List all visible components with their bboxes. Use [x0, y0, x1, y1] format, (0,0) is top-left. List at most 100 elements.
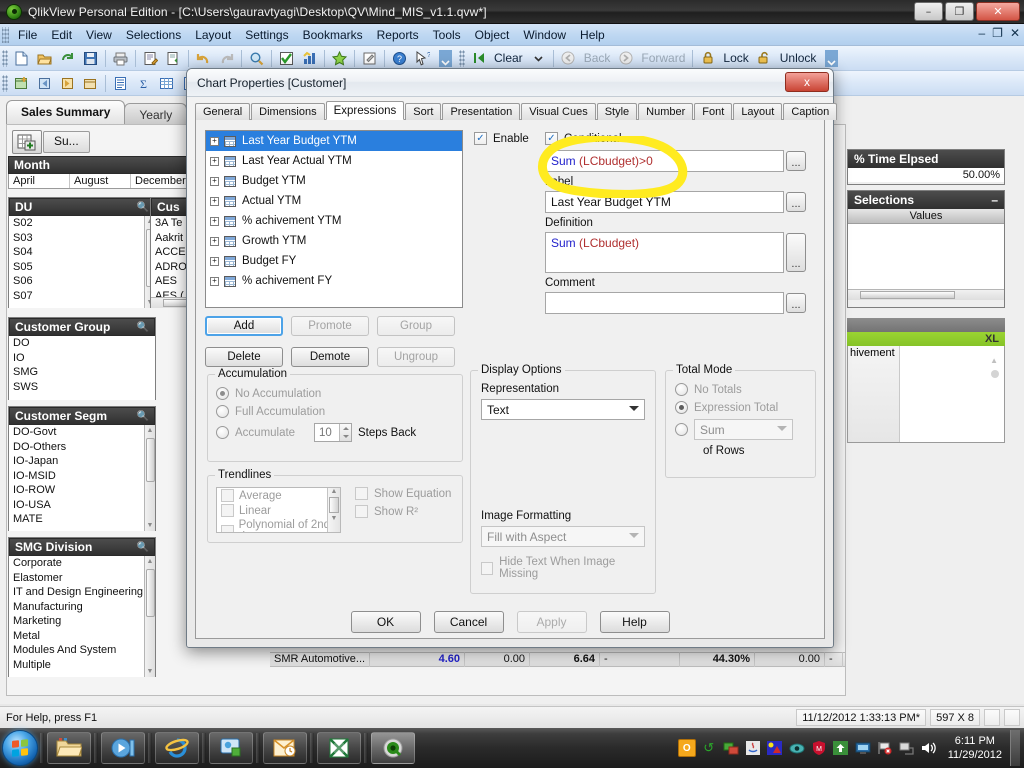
scrollbar-thumb[interactable] — [146, 569, 155, 617]
chevron-down-icon[interactable] — [777, 426, 787, 431]
conditional-input[interactable]: Sum (LCbudget)>0 ... — [545, 150, 806, 172]
lock-button-label[interactable]: Lock — [719, 51, 752, 65]
option-accumulate[interactable]: Accumulate 10 Steps Back — [216, 423, 462, 442]
unlock-icon[interactable] — [754, 48, 775, 69]
redo-icon[interactable] — [216, 48, 237, 69]
taskbar-qlikview-icon[interactable] — [371, 732, 415, 764]
list-item[interactable]: S05 — [9, 260, 155, 275]
add-button[interactable]: Add — [205, 316, 283, 336]
tab-layout[interactable]: Layout — [733, 103, 783, 120]
tray-volume-icon[interactable] — [920, 739, 938, 757]
checkbox-icon[interactable] — [355, 505, 368, 518]
list-item[interactable]: DO-Govt — [9, 425, 155, 440]
tray-eye-icon[interactable] — [788, 739, 806, 757]
comment-browse-button[interactable]: ... — [786, 293, 806, 313]
list-item[interactable]: Metal — [9, 629, 155, 644]
expression-item-growth-ytm[interactable]: + Growth YTM — [206, 231, 462, 251]
conditional-option[interactable]: Conditional — [545, 132, 622, 145]
taskbar-media-player-icon[interactable] — [101, 732, 145, 764]
sheet-tab-sales-summary[interactable]: Sales Summary — [6, 100, 126, 125]
search-icon[interactable]: 🔍 — [137, 411, 149, 422]
month-cell-april[interactable]: April — [9, 174, 70, 188]
expand-plus-icon[interactable]: + — [210, 136, 219, 146]
selection-toolbar-grip-icon[interactable] — [459, 49, 465, 67]
checkbox-icon[interactable] — [481, 561, 494, 575]
list-item[interactable]: Modules And System — [9, 643, 155, 658]
chart-icon[interactable] — [299, 48, 320, 69]
expand-plus-icon[interactable]: + — [210, 256, 219, 266]
expand-plus-icon[interactable]: + — [210, 276, 219, 286]
tab-sort[interactable]: Sort — [405, 103, 442, 120]
taskbar-explorer-icon[interactable] — [47, 732, 91, 764]
design-toolbar-grip-icon[interactable] — [2, 74, 8, 92]
hide-text-option[interactable]: Hide Text When Image Missing — [481, 556, 645, 580]
trendline-item-average[interactable]: Average — [217, 488, 340, 503]
checkbox-icon[interactable] — [545, 132, 558, 145]
month-cell-august[interactable]: August — [70, 174, 131, 188]
listbox-smg-division-scrollbar[interactable]: ▲ ▼ — [144, 556, 155, 677]
clear-selections-icon[interactable] — [468, 48, 489, 69]
scrollbar-thumb[interactable] — [991, 370, 999, 378]
tray-network-share-icon[interactable] — [722, 739, 740, 757]
list-box-icon[interactable] — [110, 73, 131, 94]
search-icon[interactable]: 🔍 — [137, 542, 149, 553]
expression-item-budget-fy[interactable]: + Budget FY — [206, 251, 462, 271]
list-item[interactable]: Multiple — [9, 658, 155, 673]
select-check-icon[interactable] — [276, 48, 297, 69]
scroll-up-icon[interactable]: ▲ — [145, 425, 155, 436]
expression-item-last-year-actual-ytm[interactable]: + Last Year Actual YTM — [206, 151, 462, 171]
tray-app-icon[interactable] — [766, 739, 784, 757]
expression-item-budget-ytm[interactable]: + Budget YTM — [206, 171, 462, 191]
trendlines-listbox[interactable]: Average Linear Polynomial of 2nd d — [216, 487, 341, 533]
list-item[interactable]: Elastomer — [9, 571, 155, 586]
menu-help[interactable]: Help — [573, 26, 612, 44]
menu-object[interactable]: Object — [468, 26, 517, 44]
trendline-item-linear[interactable]: Linear — [217, 503, 340, 518]
listbox-customer-segm-scrollbar[interactable]: ▲ ▼ — [144, 425, 155, 531]
radio-icon[interactable] — [216, 387, 229, 400]
tray-backup-icon[interactable] — [832, 739, 850, 757]
menu-selections[interactable]: Selections — [119, 26, 188, 44]
menubar-grip-icon[interactable] — [2, 26, 9, 43]
scroll-down-icon[interactable]: ▼ — [145, 666, 155, 677]
undo-icon[interactable] — [193, 48, 214, 69]
reload-icon[interactable] — [57, 48, 78, 69]
list-item[interactable]: IO-ROW — [9, 483, 155, 498]
list-item[interactable]: S03 — [9, 231, 155, 246]
doc-minimize-button[interactable]: – — [978, 26, 985, 40]
doc-restore-button[interactable]: ❐ — [992, 26, 1003, 40]
list-item[interactable]: IO — [9, 351, 155, 366]
tab-caption[interactable]: Caption — [783, 103, 838, 120]
list-item[interactable]: Marketing — [9, 614, 155, 629]
tab-general[interactable]: General — [195, 103, 251, 120]
list-item[interactable]: IO-MSID — [9, 469, 155, 484]
show-desktop-button[interactable] — [1010, 730, 1020, 766]
list-item[interactable]: IO-Japan — [9, 454, 155, 469]
toolbar-overflow-icon[interactable] — [435, 48, 456, 69]
list-item[interactable]: DO-Others — [9, 440, 155, 455]
option-no-totals[interactable]: No Totals — [675, 383, 815, 396]
option-expression-total[interactable]: Expression Total — [675, 401, 815, 414]
delete-button[interactable]: Delete — [205, 347, 283, 367]
trendline-item-polynomial-2nd[interactable]: Polynomial of 2nd d — [217, 518, 340, 532]
option-aggregation[interactable]: Sum — [675, 419, 815, 440]
list-item[interactable]: DO — [9, 336, 155, 351]
menu-window[interactable]: Window — [516, 26, 573, 44]
sheet-tab-yearly[interactable]: Yearly — [124, 103, 188, 125]
save-icon[interactable] — [80, 48, 101, 69]
back-icon[interactable] — [558, 48, 579, 69]
sheet-properties-icon[interactable] — [80, 73, 101, 94]
option-no-accumulation[interactable]: No Accumulation — [216, 387, 462, 400]
tab-presentation[interactable]: Presentation — [442, 103, 521, 120]
label-input[interactable]: Last Year Budget YTM ... — [545, 191, 806, 213]
tray-display-icon[interactable] — [854, 739, 872, 757]
show-equation-option[interactable]: Show Equation — [355, 487, 451, 500]
ungroup-button[interactable]: Ungroup — [377, 347, 455, 367]
image-formatting-select[interactable]: Fill with Aspect — [481, 526, 645, 547]
definition-input[interactable]: Sum (LCbudget) ... — [545, 232, 806, 273]
bookmark-star-icon[interactable] — [329, 48, 350, 69]
list-item[interactable]: S07 — [9, 289, 155, 304]
tab-visual-cues[interactable]: Visual Cues — [521, 103, 596, 120]
tray-sync-icon[interactable]: ↺ — [700, 739, 718, 757]
object-label-button[interactable]: Su... — [43, 131, 90, 153]
